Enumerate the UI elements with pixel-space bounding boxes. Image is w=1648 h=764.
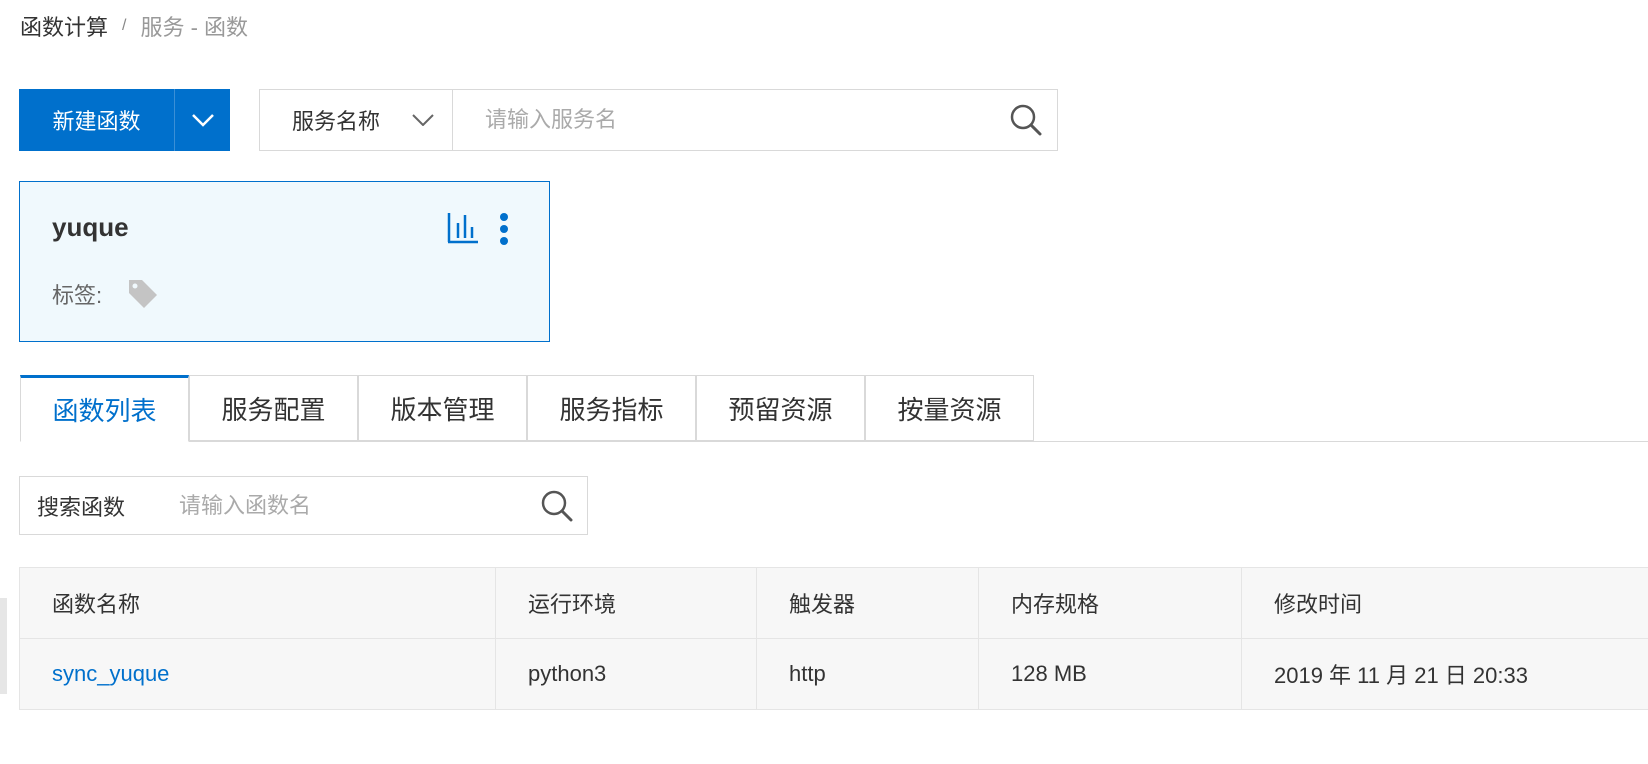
- table-row: sync_yuque python3 http 128 MB 2019 年 11…: [19, 638, 1648, 710]
- column-header-function-name: 函数名称: [19, 567, 496, 639]
- new-function-dropdown-button[interactable]: [174, 89, 230, 151]
- new-function-button[interactable]: 新建函数: [19, 89, 174, 151]
- service-search-button[interactable]: [995, 90, 1057, 150]
- search-icon: [1010, 104, 1042, 136]
- search-icon: [541, 490, 573, 521]
- service-card[interactable]: yuque 标签:: [19, 181, 550, 342]
- cell-memory: 128 MB: [978, 638, 1242, 710]
- new-function-split-button: 新建函数: [19, 89, 230, 151]
- tab-version-management[interactable]: 版本管理: [358, 375, 527, 441]
- column-header-memory: 内存规格: [978, 567, 1242, 639]
- tab-service-config[interactable]: 服务配置: [189, 375, 358, 441]
- cell-modified-time: 2019 年 11 月 21 日 20:33: [1241, 638, 1648, 710]
- tab-provisioned-resources[interactable]: 预留资源: [696, 375, 865, 441]
- tab-function-list[interactable]: 函数列表: [20, 375, 189, 442]
- search-field-select[interactable]: 服务名称: [260, 90, 453, 150]
- function-search-label: 搜索函数: [37, 494, 126, 520]
- service-tabs: 函数列表 服务配置 版本管理 服务指标 预留资源 按量资源: [20, 375, 1648, 442]
- service-search-bar: 服务名称: [259, 89, 1058, 151]
- breadcrumb: 函数计算 / 服务 - 函数: [20, 10, 248, 42]
- more-options-icon[interactable]: [494, 212, 514, 246]
- table-header-row: 函数名称 运行环境 触发器 内存规格 修改时间: [19, 567, 1648, 639]
- tag-icon[interactable]: [126, 277, 160, 311]
- left-edge-shade: [0, 598, 7, 694]
- function-search-bar: 搜索函数: [19, 476, 588, 535]
- function-name-link[interactable]: sync_yuque: [52, 661, 169, 686]
- service-name: yuque: [52, 212, 129, 242]
- cell-function-name: sync_yuque: [19, 638, 496, 710]
- column-header-runtime: 运行环境: [495, 567, 757, 639]
- tabs-baseline: [20, 441, 1648, 442]
- chevron-down-icon: [412, 114, 434, 126]
- tab-on-demand-resources[interactable]: 按量资源: [865, 375, 1034, 441]
- breadcrumb-separator: /: [122, 17, 127, 34]
- cell-trigger: http: [756, 638, 979, 710]
- cell-runtime: python3: [495, 638, 757, 710]
- tags-label: 标签:: [52, 283, 103, 308]
- breadcrumb-current: 服务 - 函数: [140, 15, 249, 40]
- service-tags: 标签:: [52, 277, 160, 311]
- function-table: 函数名称 运行环境 触发器 内存规格 修改时间 sync_yuque pytho…: [19, 567, 1648, 710]
- chevron-down-icon: [191, 114, 214, 127]
- tab-service-metrics[interactable]: 服务指标: [527, 375, 696, 441]
- function-search-button[interactable]: [527, 490, 587, 522]
- search-field-select-value: 服务名称: [292, 109, 381, 134]
- function-search-input[interactable]: [177, 491, 527, 520]
- bar-chart-icon[interactable]: [447, 212, 479, 244]
- column-header-trigger: 触发器: [756, 567, 979, 639]
- column-header-modified-time: 修改时间: [1241, 567, 1648, 639]
- service-search-input[interactable]: [453, 90, 995, 150]
- breadcrumb-root[interactable]: 函数计算: [20, 10, 108, 42]
